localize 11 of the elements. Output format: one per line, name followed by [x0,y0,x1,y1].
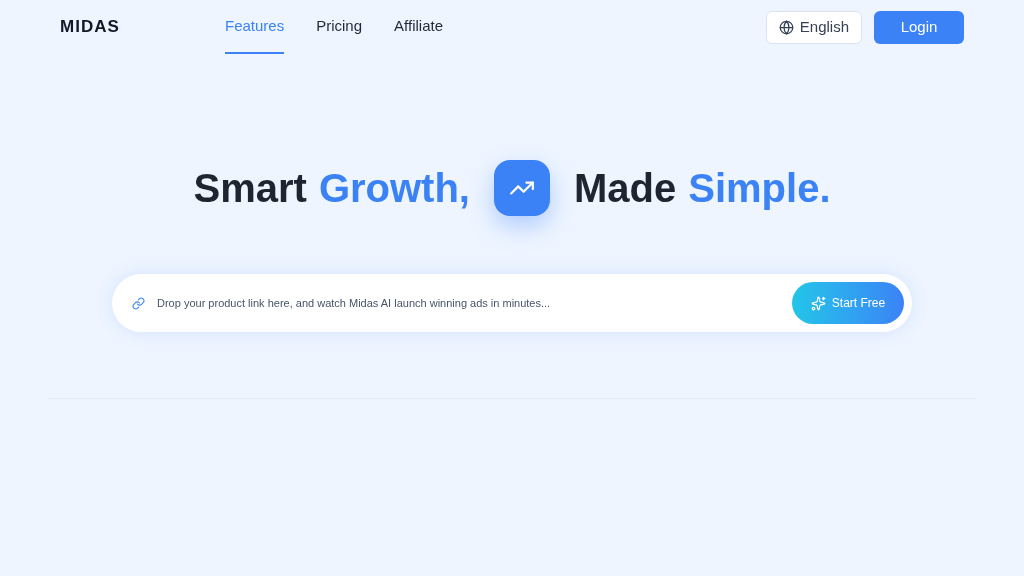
logo[interactable]: MIDAS [60,14,225,40]
trend-icon [494,160,550,216]
nav-tab[interactable]: Affiliate [394,0,443,54]
login-button[interactable]: Login [874,10,964,44]
globe-icon [778,19,794,35]
headline-text: Smart Growth, [193,165,470,212]
link-icon [132,296,145,310]
sparkle-icon [810,295,826,311]
language-button[interactable]: English [765,10,862,44]
headline-text: Made Simple. [574,165,831,212]
nav-tab[interactable]: Pricing [316,0,363,54]
